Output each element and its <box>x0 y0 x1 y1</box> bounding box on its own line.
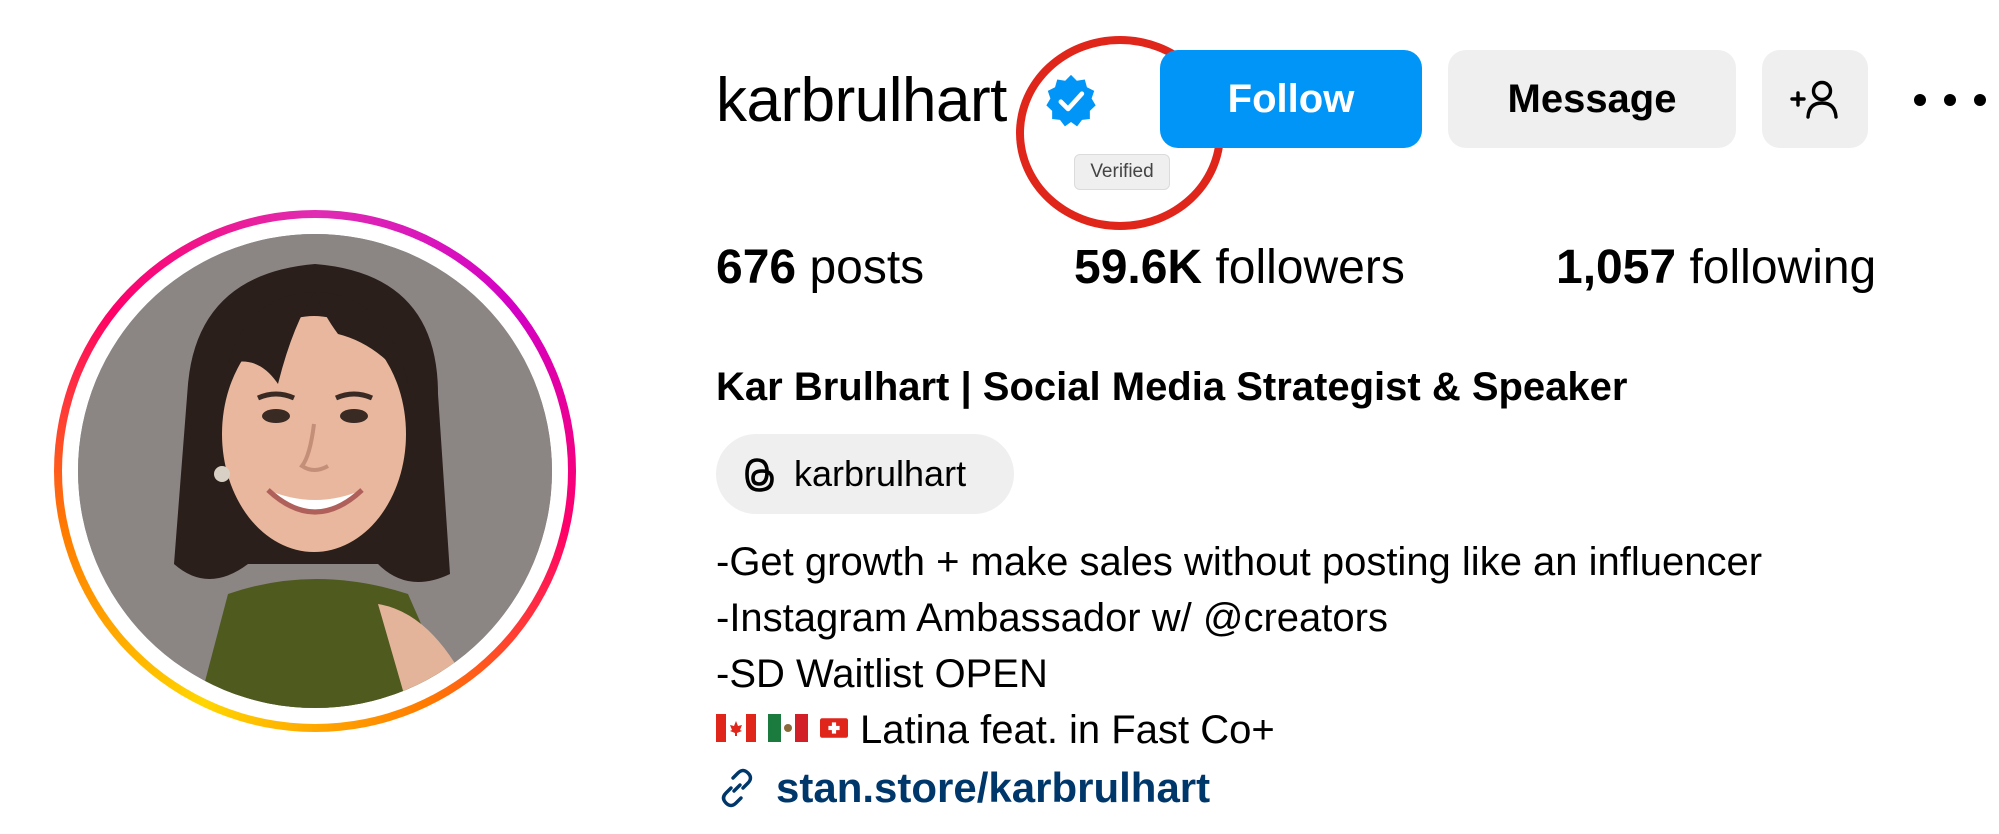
posts-count: 676 <box>716 241 797 294</box>
message-button[interactable]: Message <box>1448 50 1736 148</box>
bio-line-flags: Latina feat. in Fast Co+ <box>716 704 1275 756</box>
posts-label: posts <box>809 241 925 294</box>
followers-stat[interactable]: 59.6K followers <box>1074 238 1405 298</box>
more-options-icon[interactable] <box>1906 78 1999 122</box>
posts-stat: 676 posts <box>716 238 924 298</box>
add-person-icon <box>1790 80 1838 119</box>
bio-line: -Instagram Ambassador w/ @creators <box>716 596 1388 640</box>
following-label: following <box>1689 241 1877 294</box>
external-link[interactable]: stan.store/karbrulhart <box>716 760 1210 816</box>
profile-username: karbrulhart <box>716 66 1007 135</box>
followers-count: 59.6K <box>1074 241 1203 294</box>
following-count: 1,057 <box>1556 241 1677 294</box>
story-ring[interactable] <box>54 210 576 732</box>
avatar-portrait <box>78 234 552 708</box>
threads-badge[interactable]: karbrulhart <box>716 434 1014 514</box>
canada-flag-icon <box>716 714 756 743</box>
threads-icon <box>745 458 774 492</box>
link-icon <box>721 768 753 808</box>
bio-line: -Get growth + make sales without posting… <box>716 540 1763 584</box>
external-link-text[interactable]: stan.store/karbrulhart <box>776 764 1210 812</box>
switzerland-flag-icon <box>820 718 848 739</box>
suggested-users-button[interactable] <box>1762 50 1868 148</box>
bio-line: -SD Waitlist OPEN <box>716 652 1048 696</box>
follow-button[interactable]: Follow <box>1160 50 1422 148</box>
bio-line-text: Latina feat. in Fast Co+ <box>860 708 1275 752</box>
threads-handle: karbrulhart <box>794 453 967 494</box>
avatar[interactable] <box>78 234 552 708</box>
followers-label: followers <box>1215 241 1405 294</box>
mexico-flag-icon <box>768 714 808 743</box>
following-stat[interactable]: 1,057 following <box>1556 238 1876 298</box>
profile-full-name: Kar Brulhart | Social Media Strategist &… <box>716 365 1628 409</box>
